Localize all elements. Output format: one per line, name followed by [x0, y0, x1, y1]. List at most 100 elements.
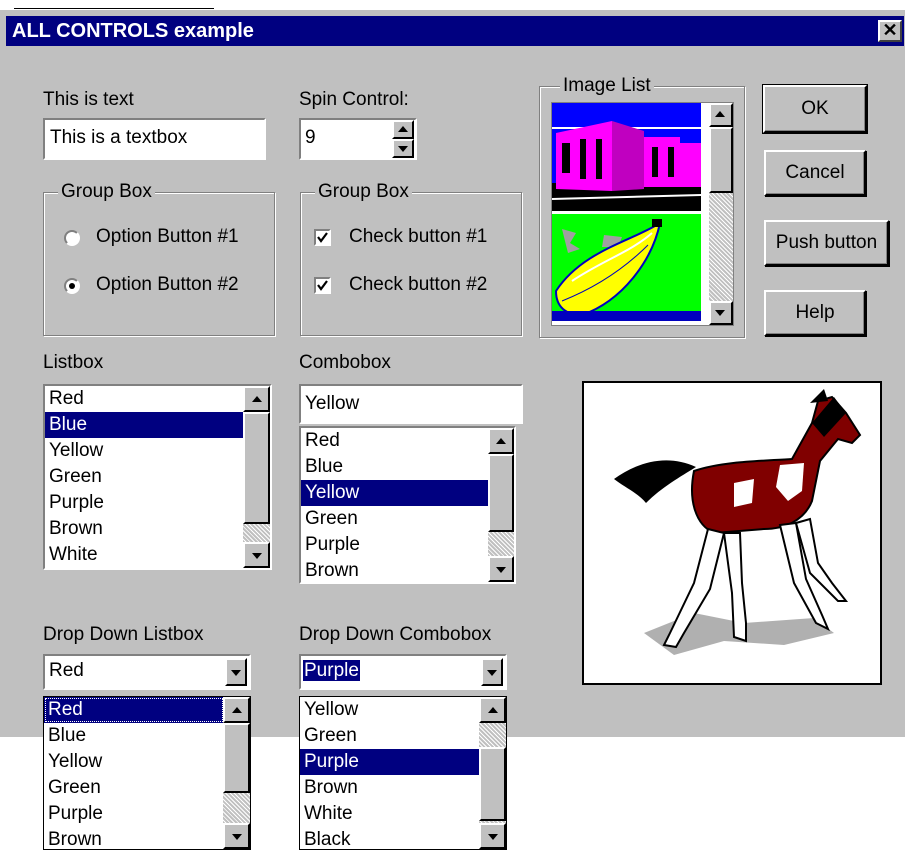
- checkmark-icon: [317, 280, 328, 291]
- image-list-scroll-thumb[interactable]: [709, 127, 733, 193]
- arrow-up-icon: [232, 707, 242, 713]
- arrow-up-icon: [496, 438, 506, 444]
- combobox-scroll-thumb[interactable]: [488, 454, 514, 532]
- list-item[interactable]: Yellow: [44, 749, 224, 775]
- combobox-edit[interactable]: Yellow: [299, 384, 523, 424]
- list-item[interactable]: Yellow: [45, 438, 246, 464]
- list-item-selected[interactable]: Red: [44, 697, 224, 723]
- help-button[interactable]: Help: [764, 290, 866, 336]
- arrow-down-icon: [252, 553, 262, 559]
- list-item[interactable]: Brown: [44, 827, 224, 849]
- image-list-scroll-down[interactable]: [709, 301, 733, 325]
- horse-picture-frame: [582, 381, 882, 685]
- dd-listbox-button[interactable]: [225, 658, 247, 686]
- title-bar[interactable]: ALL CONTROLS example ✕: [6, 16, 904, 46]
- listbox-scroll-thumb[interactable]: [243, 412, 270, 524]
- option-button-2-radio[interactable]: [64, 278, 80, 294]
- push-button-label: Push button: [775, 232, 878, 253]
- dd-combobox-field[interactable]: Purple: [299, 654, 507, 690]
- close-button[interactable]: ✕: [878, 20, 902, 42]
- spin-up-button[interactable]: [392, 120, 414, 139]
- radio-group-title: Group Box: [58, 181, 155, 203]
- image-list-scroll-up[interactable]: [709, 103, 733, 127]
- listbox-scrollbar[interactable]: [243, 386, 270, 568]
- dd-listbox-label: Drop Down Listbox: [43, 624, 204, 645]
- listbox-label: Listbox: [43, 352, 104, 373]
- list-item[interactable]: White: [45, 542, 246, 568]
- option-button-2-label[interactable]: Option Button #2: [96, 274, 239, 296]
- image-list-view[interactable]: [551, 102, 734, 326]
- chevron-down-icon: [231, 670, 241, 676]
- list-item-selected[interactable]: Blue: [45, 412, 246, 438]
- list-item[interactable]: Purple: [44, 801, 224, 827]
- check-group-title: Group Box: [315, 181, 412, 203]
- list-item[interactable]: White: [300, 801, 480, 827]
- arrow-up-icon: [715, 111, 725, 117]
- cancel-button[interactable]: Cancel: [764, 150, 866, 196]
- checkmark-icon: [317, 232, 328, 243]
- list-item[interactable]: Purple: [301, 532, 488, 558]
- arrow-down-icon: [398, 146, 408, 152]
- combobox-scroll-up[interactable]: [488, 428, 514, 454]
- dd-combobox-value: Purple: [303, 660, 360, 681]
- window-title: ALL CONTROLS example: [12, 20, 254, 42]
- check-button-1-box[interactable]: [314, 229, 331, 246]
- arrow-down-icon: [488, 834, 498, 840]
- dd-combobox-label: Drop Down Combobox: [299, 624, 492, 645]
- dd-listbox-dropdown[interactable]: Red Blue Yellow Green Purple Brown: [43, 696, 251, 850]
- list-item[interactable]: Green: [300, 723, 480, 749]
- textbox-value: This is a textbox: [50, 127, 188, 148]
- arrow-up-icon: [398, 126, 408, 132]
- dd-combobox-scroll-down[interactable]: [479, 823, 506, 849]
- check-button-1-label[interactable]: Check button #1: [349, 226, 487, 248]
- dd-listbox-scrollbar[interactable]: [223, 697, 250, 849]
- combobox-scroll-down[interactable]: [488, 556, 514, 582]
- dd-combobox-scroll-up[interactable]: [479, 697, 506, 723]
- background-title-fragment: [14, 0, 214, 9]
- check-button-2-box[interactable]: [314, 277, 331, 294]
- list-item-selected[interactable]: Yellow: [301, 480, 488, 506]
- list-item[interactable]: Red: [45, 386, 246, 412]
- list-item[interactable]: Blue: [301, 454, 488, 480]
- text-label: This is text: [43, 89, 134, 110]
- list-item[interactable]: Red: [301, 428, 488, 454]
- spin-down-button[interactable]: [392, 139, 414, 158]
- arrow-down-icon: [715, 310, 725, 316]
- list-item[interactable]: Brown: [301, 558, 488, 582]
- list-item[interactable]: Black: [300, 827, 480, 849]
- listbox-scroll-up[interactable]: [243, 386, 270, 412]
- arrow-down-icon: [232, 834, 242, 840]
- dd-listbox-field[interactable]: Red: [43, 654, 251, 690]
- dd-listbox-scroll-up[interactable]: [223, 697, 250, 723]
- list-item[interactable]: Green: [45, 464, 246, 490]
- dd-combobox-dropdown[interactable]: Yellow Green Purple Brown White Black: [299, 696, 507, 850]
- combobox-scrollbar[interactable]: [488, 428, 514, 582]
- option-button-1-label[interactable]: Option Button #1: [96, 226, 239, 248]
- ok-button[interactable]: OK: [762, 84, 868, 134]
- list-item[interactable]: Yellow: [300, 697, 480, 723]
- dd-listbox-scroll-down[interactable]: [223, 823, 250, 849]
- dd-combobox-scrollbar[interactable]: [479, 697, 506, 849]
- list-item-selected[interactable]: Purple: [300, 749, 480, 775]
- check-button-2-label[interactable]: Check button #2: [349, 274, 487, 296]
- combobox-label: Combobox: [299, 352, 391, 373]
- help-button-label: Help: [795, 302, 835, 323]
- radio-selected-dot: [69, 283, 75, 289]
- list-item[interactable]: Brown: [45, 516, 246, 542]
- dd-combobox-button[interactable]: [481, 658, 503, 686]
- list-item[interactable]: Green: [44, 775, 224, 801]
- combobox-list[interactable]: Red Blue Yellow Green Purple Brown: [299, 426, 516, 584]
- list-item[interactable]: Brown: [300, 775, 480, 801]
- list-item[interactable]: Green: [301, 506, 488, 532]
- radio-group-box: Group Box: [43, 181, 275, 336]
- dd-combobox-scroll-thumb[interactable]: [479, 747, 506, 821]
- dd-listbox-scroll-thumb[interactable]: [223, 723, 250, 793]
- list-item[interactable]: Blue: [44, 723, 224, 749]
- option-button-1-radio[interactable]: [64, 230, 80, 246]
- push-button[interactable]: Push button: [764, 220, 889, 266]
- list-item[interactable]: Purple: [45, 490, 246, 516]
- listbox-scroll-down[interactable]: [243, 542, 270, 568]
- image-list-scrollbar[interactable]: [709, 103, 733, 325]
- listbox[interactable]: Red Blue Yellow Green Purple Brown White: [43, 384, 272, 570]
- textbox[interactable]: This is a textbox: [43, 118, 266, 160]
